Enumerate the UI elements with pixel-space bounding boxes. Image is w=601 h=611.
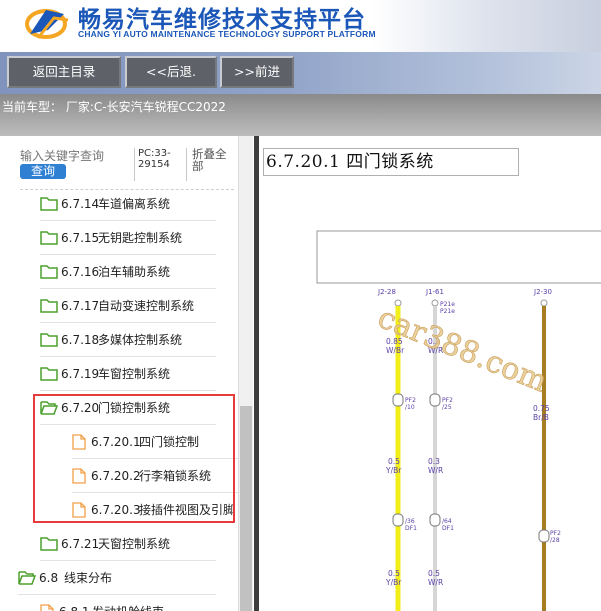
- tree-item-code: 6.7.17: [61, 299, 100, 313]
- folder-icon: [40, 299, 58, 313]
- scrollbar-thumb[interactable]: [240, 406, 252, 611]
- tree-item-code: 6.8: [39, 571, 59, 585]
- wire-color: Y/Br: [385, 466, 402, 475]
- tree-item-label: 天窗控制系统: [98, 537, 171, 551]
- toolbar-divider: [134, 148, 135, 181]
- wiring-diagram: J2-28 J1-61 J2-30 P21e P21e PF2 /10 PF2 …: [316, 230, 601, 611]
- pin-circle: [540, 299, 548, 307]
- connector-label: J2-30: [533, 288, 552, 296]
- forward-button[interactable]: >>前进: [220, 56, 294, 88]
- wire-color: W/R: [428, 466, 443, 475]
- tree-item-label: 泊车辅助系统: [98, 265, 171, 279]
- splice-label: /64: [442, 518, 452, 525]
- tree-item-code: 6.7.15: [61, 231, 100, 245]
- tree-item-label: 车道偏离系统: [98, 197, 171, 211]
- tree-item-6-7-14[interactable]: 6.7.14 车道偏离系统: [40, 187, 216, 221]
- folder-icon: [40, 367, 58, 381]
- connector-node: [392, 513, 404, 527]
- tree-item-6-7-17[interactable]: 6.7.17 自动变速控制系统: [40, 289, 216, 323]
- tree-item-label: 无钥匙控制系统: [98, 231, 183, 245]
- junction-label: /25: [442, 404, 452, 411]
- logo-icon: [25, 9, 69, 39]
- tree-item-label: 自动变速控制系统: [98, 299, 195, 313]
- tree-item-label: 车窗控制系统: [98, 367, 171, 381]
- tree-item-code: 6.7.14: [61, 197, 100, 211]
- sidebar-scrollbar[interactable]: [238, 136, 253, 611]
- wire-gauge: 0.5: [388, 457, 400, 466]
- nav-bar: 返回主目录 <<后退. >>前进: [0, 52, 601, 94]
- document-viewer: 6.7.20.1 四门锁系统 J2-28 J1-61 J2-30 P21e P2…: [259, 136, 601, 611]
- connector-label: J2-28: [377, 288, 396, 296]
- tree-item-code: 6.7.19: [61, 367, 100, 381]
- wire-gauge: 0.5: [388, 569, 400, 578]
- splice-label: DF1: [405, 525, 417, 532]
- back-button[interactable]: <<后退.: [125, 56, 217, 88]
- connector-node: [538, 529, 550, 543]
- connector-node: [429, 513, 441, 527]
- junction-label: /28: [550, 537, 560, 544]
- header-banner: 畅易汽车维修技术支持平台 CHANG YI AUTO MAINTENANCE T…: [0, 0, 601, 52]
- collapse-all-button[interactable]: 折叠全部: [192, 148, 232, 172]
- tree-item-6-8-1[interactable]: 6.8.1 发动机舱线束: [40, 595, 216, 611]
- tree-item-code: 6.8.1: [59, 595, 90, 611]
- wire-color: W/R: [428, 578, 443, 587]
- connector-node: [392, 393, 404, 407]
- tree-item-6-7-15[interactable]: 6.7.15 无钥匙控制系统: [40, 221, 216, 255]
- pin-label: P21e: [440, 301, 455, 308]
- pc-label: PC:33-29154: [138, 148, 171, 170]
- toolbar-divider: [186, 148, 187, 181]
- folder-icon: [40, 333, 58, 347]
- tree-item-code: 6.7.16: [61, 265, 100, 279]
- wire-color: Y/Br: [385, 578, 402, 587]
- connector-label: J1-61: [425, 288, 444, 296]
- folder-icon: [40, 265, 58, 279]
- tree-item-6-7-19[interactable]: 6.7.19 车窗控制系统: [40, 357, 216, 391]
- tree-item-6-7-16[interactable]: 6.7.16 泊车辅助系统: [40, 255, 216, 289]
- wire-gauge: 0.3: [428, 457, 440, 466]
- search-button[interactable]: 查询: [20, 164, 66, 179]
- selection-highlight-box: [33, 394, 235, 523]
- folder-icon: [40, 197, 58, 211]
- junction-label: PF2: [405, 397, 416, 404]
- wire-color: W/Br: [386, 346, 405, 355]
- tree-item-6-7-21[interactable]: 6.7.21 天窗控制系统: [40, 527, 216, 561]
- current-model-bar: 当前车型： 厂家:C-长安汽车锐程CC2022: [0, 94, 601, 136]
- folder-open-icon: [18, 571, 36, 585]
- current-model-text: 当前车型： 厂家:C-长安汽车锐程CC2022: [2, 100, 226, 114]
- junction-label: PF2: [442, 397, 453, 404]
- pin-label: P21e: [440, 308, 455, 315]
- file-icon: [40, 604, 54, 611]
- tree-item-label: 发动机舱线束: [92, 595, 164, 611]
- tree-item-label: 线束分布: [64, 571, 113, 585]
- wire-color: Br/B: [533, 413, 549, 422]
- tree-item-code: 6.7.21: [61, 537, 100, 551]
- wire-gauge: 0.75: [533, 404, 550, 413]
- splice-label: /36: [405, 518, 415, 525]
- sidebar-tree: 查询 PC:33-29154 折叠全部 6.7.14 车道偏离系统 6.7.15…: [0, 136, 254, 611]
- module-box: [316, 230, 601, 284]
- tree-item-6-8[interactable]: 6.8 线束分布: [18, 561, 216, 595]
- junction-label: /10: [405, 404, 415, 411]
- tree-item-code: 6.7.18: [61, 333, 100, 347]
- tree-item-label: 多媒体控制系统: [98, 333, 183, 347]
- connector-node: [429, 393, 441, 407]
- junction-label: PF2: [550, 530, 561, 537]
- tree-item-6-7-18[interactable]: 6.7.18 多媒体控制系统: [40, 323, 216, 357]
- folder-icon: [40, 537, 58, 551]
- folder-icon: [40, 231, 58, 245]
- wire-gauge: 0.5: [428, 569, 440, 578]
- home-button[interactable]: 返回主目录: [7, 56, 121, 88]
- pin-circle: [431, 299, 439, 307]
- search-input[interactable]: [20, 148, 104, 164]
- splice-label: DF1: [442, 525, 454, 532]
- app-subtitle: CHANG YI AUTO MAINTENANCE TECHNOLOGY SUP…: [78, 29, 376, 39]
